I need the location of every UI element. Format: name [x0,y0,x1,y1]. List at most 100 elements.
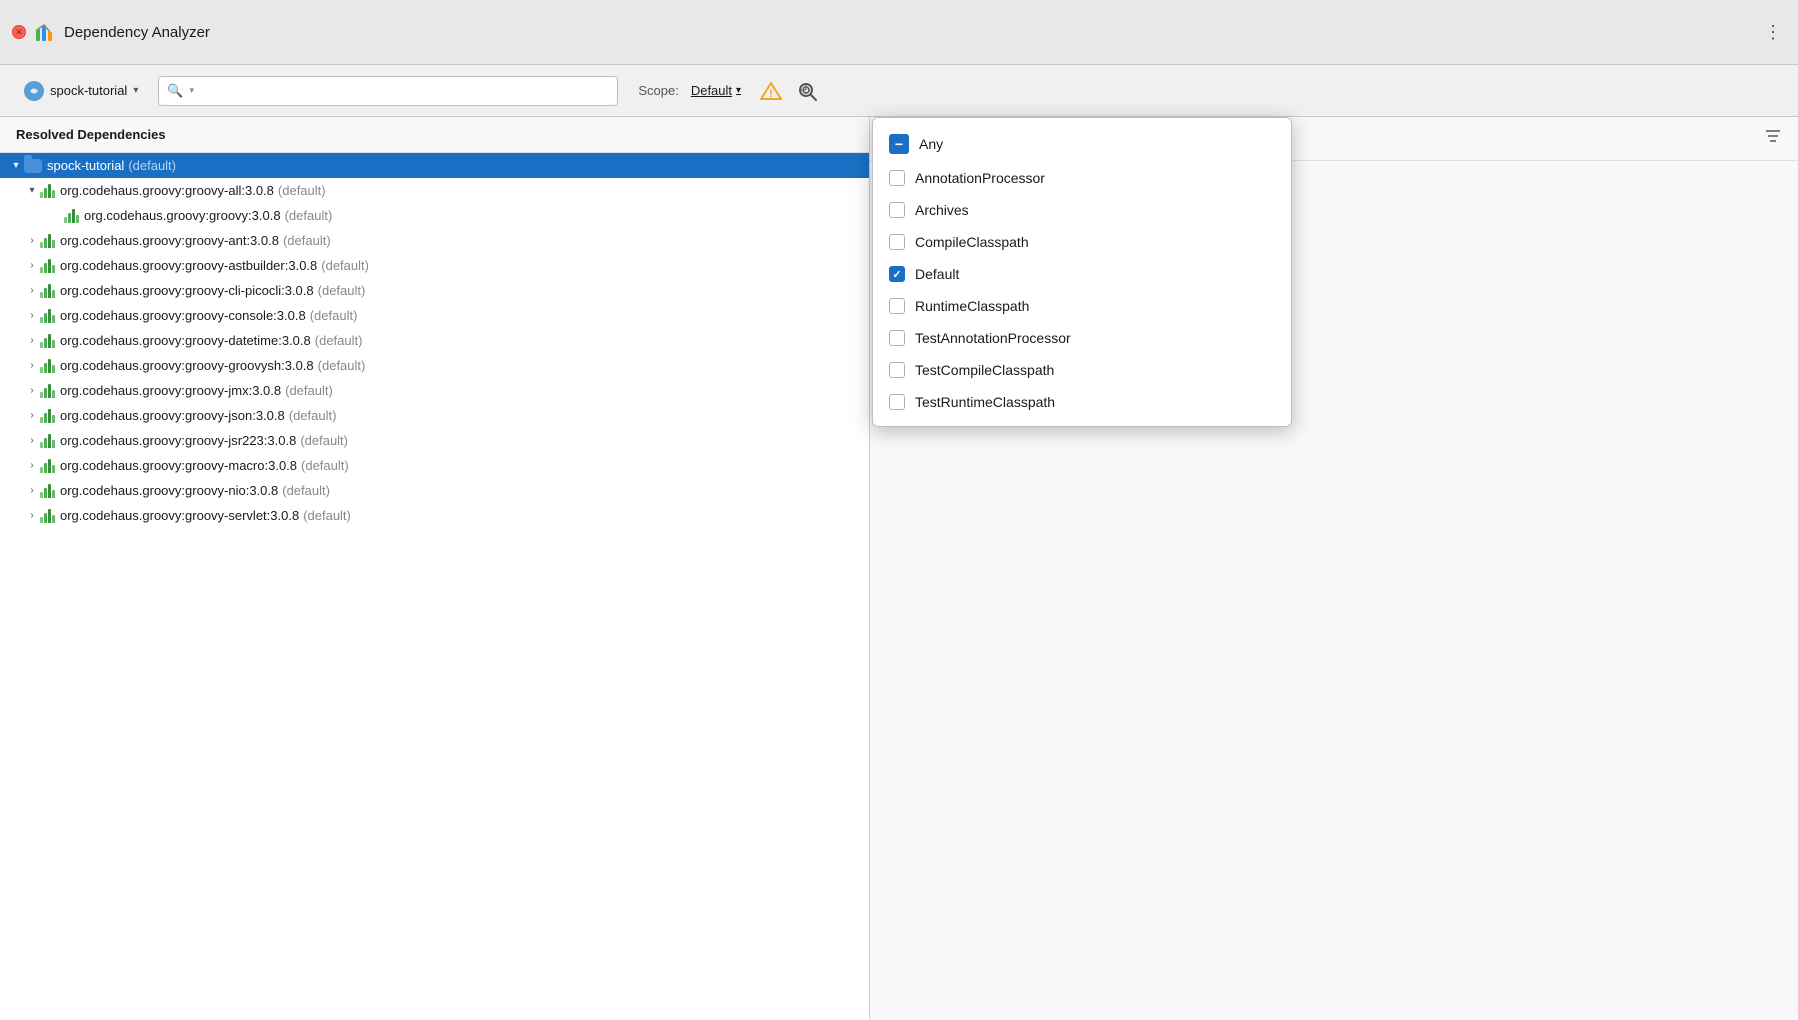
item-chevron-icon: › [24,335,40,346]
tree-item[interactable]: ▾ org.codehaus.groovy:groovy-all:3.0.8 (… [0,178,869,203]
item-chevron-icon: › [24,360,40,371]
search-chevron-icon: ▾ [190,85,195,96]
toolbar-icons: ! [757,77,821,105]
scope-option-label: TestAnnotationProcessor [915,330,1071,346]
panel-header-text: Resolved Dependencies [16,127,166,142]
scope-option-archives[interactable]: Archives [873,194,1291,226]
dep-scope: (default) [283,233,331,248]
tree-item[interactable]: org.codehaus.groovy:groovy:3.0.8 (defaul… [0,203,869,228]
project-chevron-icon: ▾ [133,85,138,96]
checkbox-annotation-processor [889,170,905,186]
item-chevron-icon: › [24,385,40,396]
scope-option-label: CompileClasspath [915,234,1029,250]
any-icon: − [889,134,909,154]
dep-name: org.codehaus.groovy:groovy-ant:3.0.8 [60,233,279,248]
dep-name: org.codehaus.groovy:groovy-console:3.0.8 [60,308,306,323]
tree-item[interactable]: › org.codehaus.groovy:groovy-macro:3.0.8… [0,453,869,478]
scope-option-default[interactable]: Default [873,258,1291,290]
scope-option-label: AnnotationProcessor [915,170,1045,186]
scope-option-label: TestCompileClasspath [915,362,1054,378]
left-panel: Resolved Dependencies ▾ spock-tutorial (… [0,117,870,1020]
item-chevron-icon: › [24,260,40,271]
dep-scope: (default) [301,458,349,473]
tree-item[interactable]: › org.codehaus.groovy:groovy-servlet:3.0… [0,503,869,528]
tree-item[interactable]: › org.codehaus.groovy:groovy-cli-picocli… [0,278,869,303]
dep-scope: (default) [285,208,333,223]
tree-item[interactable]: › org.codehaus.groovy:groovy-groovysh:3.… [0,353,869,378]
tree-item[interactable]: › org.codehaus.groovy:groovy-console:3.0… [0,303,869,328]
search-box: 🔍 ▾ [158,76,618,106]
checkbox-test-annotation-processor [889,330,905,346]
dep-scope: (default) [278,183,326,198]
scope-option-compile-classpath[interactable]: CompileClasspath [873,226,1291,258]
warning-button[interactable]: ! [757,77,785,105]
dependency-icon [40,509,55,523]
scope-chevron-icon: ▾ [736,85,741,96]
dep-scope: (default) [285,383,333,398]
search-input[interactable] [198,83,609,98]
dep-scope: (default) [289,408,337,423]
tree-item[interactable]: › org.codehaus.groovy:groovy-astbuilder:… [0,253,869,278]
dep-name: org.codehaus.groovy:groovy-cli-picocli:3… [60,283,314,298]
scope-option-test-annotation-processor[interactable]: TestAnnotationProcessor [873,322,1291,354]
root-chevron-icon: ▾ [8,160,24,171]
folder-icon [24,159,42,173]
scope-option-runtime-classpath[interactable]: RuntimeClasspath [873,290,1291,322]
tree-item[interactable]: › org.codehaus.groovy:groovy-jmx:3.0.8 (… [0,378,869,403]
dependency-icon [40,259,55,273]
scope-option-label: RuntimeClasspath [915,298,1029,314]
scope-option-any[interactable]: − Any [873,126,1291,162]
dep-scope: (default) [282,483,330,498]
dep-scope: (default) [310,308,358,323]
analyze-icon [796,80,818,102]
analyze-button[interactable] [793,77,821,105]
dep-name: org.codehaus.groovy:groovy-nio:3.0.8 [60,483,278,498]
checkbox-test-runtime-classpath [889,394,905,410]
dep-scope: (default) [318,358,366,373]
tree-item[interactable]: › org.codehaus.groovy:groovy-nio:3.0.8 (… [0,478,869,503]
tree-root-item[interactable]: ▾ spock-tutorial (default) [0,153,869,178]
dep-name: org.codehaus.groovy:groovy-jmx:3.0.8 [60,383,281,398]
dep-scope: (default) [321,258,369,273]
dependency-icon [40,234,55,248]
tree-item[interactable]: › org.codehaus.groovy:groovy-ant:3.0.8 (… [0,228,869,253]
item-chevron-icon: › [24,435,40,446]
checkbox-archives [889,202,905,218]
tree-item[interactable]: › org.codehaus.groovy:groovy-json:3.0.8 … [0,403,869,428]
title-bar: ✕ Dependency Analyzer ⋮ [0,0,1798,65]
item-chevron-icon: › [24,410,40,421]
scope-selector[interactable]: Default ▾ [691,83,741,98]
project-name: spock-tutorial [50,83,127,98]
dep-name: org.codehaus.groovy:groovy-datetime:3.0.… [60,333,311,348]
root-item-scope: (default) [128,158,176,173]
project-selector[interactable]: spock-tutorial ▾ [16,77,146,105]
dependency-icon [40,409,55,423]
dependency-icon [64,209,79,223]
dependency-icon [40,484,55,498]
dep-name: org.codehaus.groovy:groovy-all:3.0.8 [60,183,274,198]
scope-option-label: Any [919,136,943,152]
warning-icon: ! [760,81,782,101]
scope-option-test-runtime-classpath[interactable]: TestRuntimeClasspath [873,386,1291,418]
dependency-icon [40,384,55,398]
scope-option-annotation-processor[interactable]: AnnotationProcessor [873,162,1291,194]
item-chevron-icon: › [24,510,40,521]
close-button[interactable]: ✕ [12,25,26,39]
scope-dropdown: − Any AnnotationProcessor Archives Compi… [872,117,1292,427]
filter-icon[interactable] [1764,127,1782,150]
scope-option-label: Archives [915,202,969,218]
more-options-button[interactable]: ⋮ [1764,22,1782,43]
search-icon: 🔍 [167,83,183,99]
root-item-name: spock-tutorial [47,158,124,173]
item-chevron-icon: › [24,310,40,321]
dependency-icon [40,459,55,473]
tree-item[interactable]: › org.codehaus.groovy:groovy-jsr223:3.0.… [0,428,869,453]
dependency-icon [40,184,55,198]
scope-option-label: TestRuntimeClasspath [915,394,1055,410]
dep-scope: (default) [318,283,366,298]
scope-option-test-compile-classpath[interactable]: TestCompileClasspath [873,354,1291,386]
tree-container[interactable]: ▾ spock-tutorial (default) ▾ org.codehau… [0,153,869,1020]
tree-item[interactable]: › org.codehaus.groovy:groovy-datetime:3.… [0,328,869,353]
dependency-icon [40,359,55,373]
checkbox-compile-classpath [889,234,905,250]
